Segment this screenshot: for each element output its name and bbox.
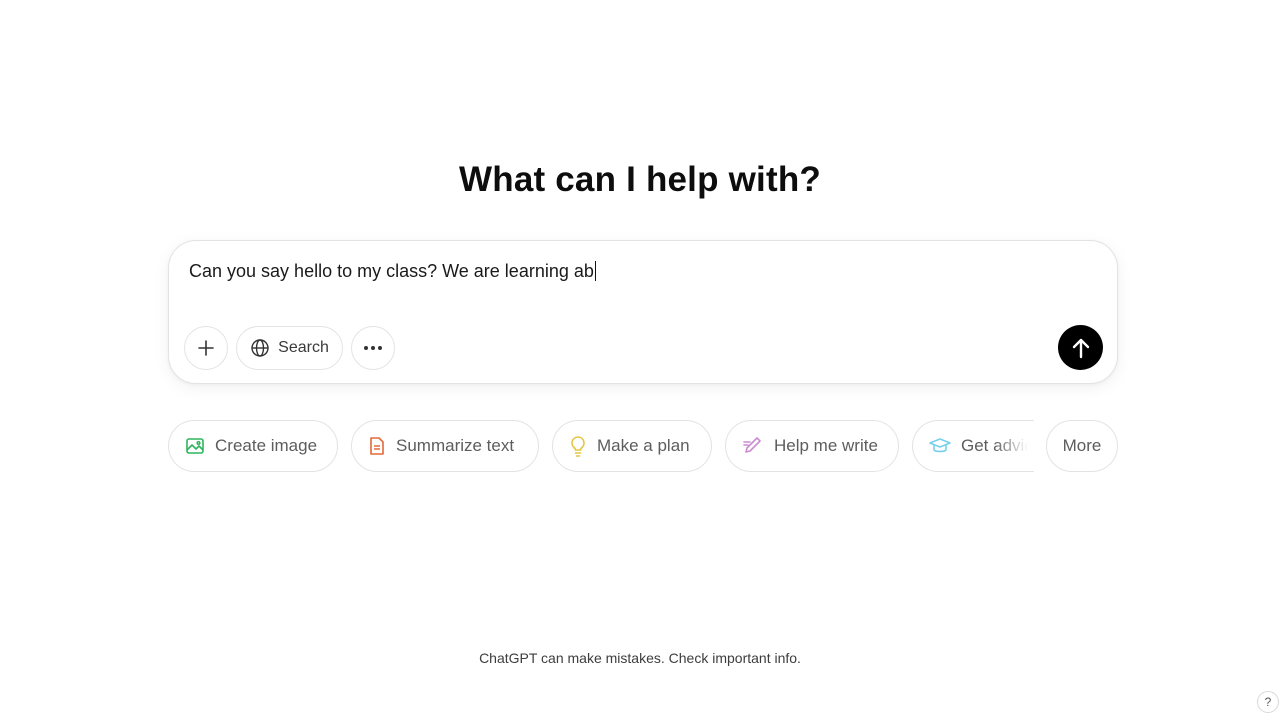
attach-button[interactable] [184,326,228,370]
help-button[interactable]: ? [1257,691,1279,713]
suggestion-make-a-plan[interactable]: Make a plan [552,420,712,472]
more-tools-button[interactable] [351,326,395,370]
disclaimer-text: ChatGPT can make mistakes. Check importa… [479,650,801,666]
arrow-up-icon [1072,338,1089,358]
prompt-input[interactable]: Can you say hello to my class? We are le… [189,261,596,282]
search-button-label: Search [278,339,329,356]
suggestion-summarize-text[interactable]: Summarize text [351,420,539,472]
send-button[interactable] [1058,325,1103,370]
search-button[interactable]: Search [236,326,343,370]
graduation-cap-icon [929,438,951,453]
document-icon [370,437,384,455]
suggestion-label: Make a plan [597,436,690,455]
prompt-composer: Can you say hello to my class? We are le… [168,240,1118,384]
suggestion-label: Summarize text [396,436,515,455]
plus-icon [198,340,214,356]
suggestion-create-image[interactable]: Create image [168,420,338,472]
suggestion-chips: Create image Summarize text Make a plan … [0,420,1280,472]
chip-fade-overlay [994,421,1034,471]
suggestion-more[interactable]: More [1046,420,1118,472]
pen-icon [743,437,761,453]
image-icon [186,438,204,454]
page-title: What can I help with? [459,160,821,199]
suggestion-label: Help me write [774,436,878,455]
suggestion-help-me-write[interactable]: Help me write [725,420,899,472]
lightbulb-icon [571,436,585,457]
suggestion-label: Create image [215,436,318,455]
chat-home: What can I help with? Can you say hello … [0,0,1280,720]
globe-icon [251,339,269,357]
prompt-input-value: Can you say hello to my class? We are le… [189,261,594,281]
suggestion-get-advice[interactable]: Get advic [912,420,1034,472]
ellipsis-icon [364,346,382,350]
text-caret [594,261,596,281]
suggestion-label: More [1062,436,1102,455]
